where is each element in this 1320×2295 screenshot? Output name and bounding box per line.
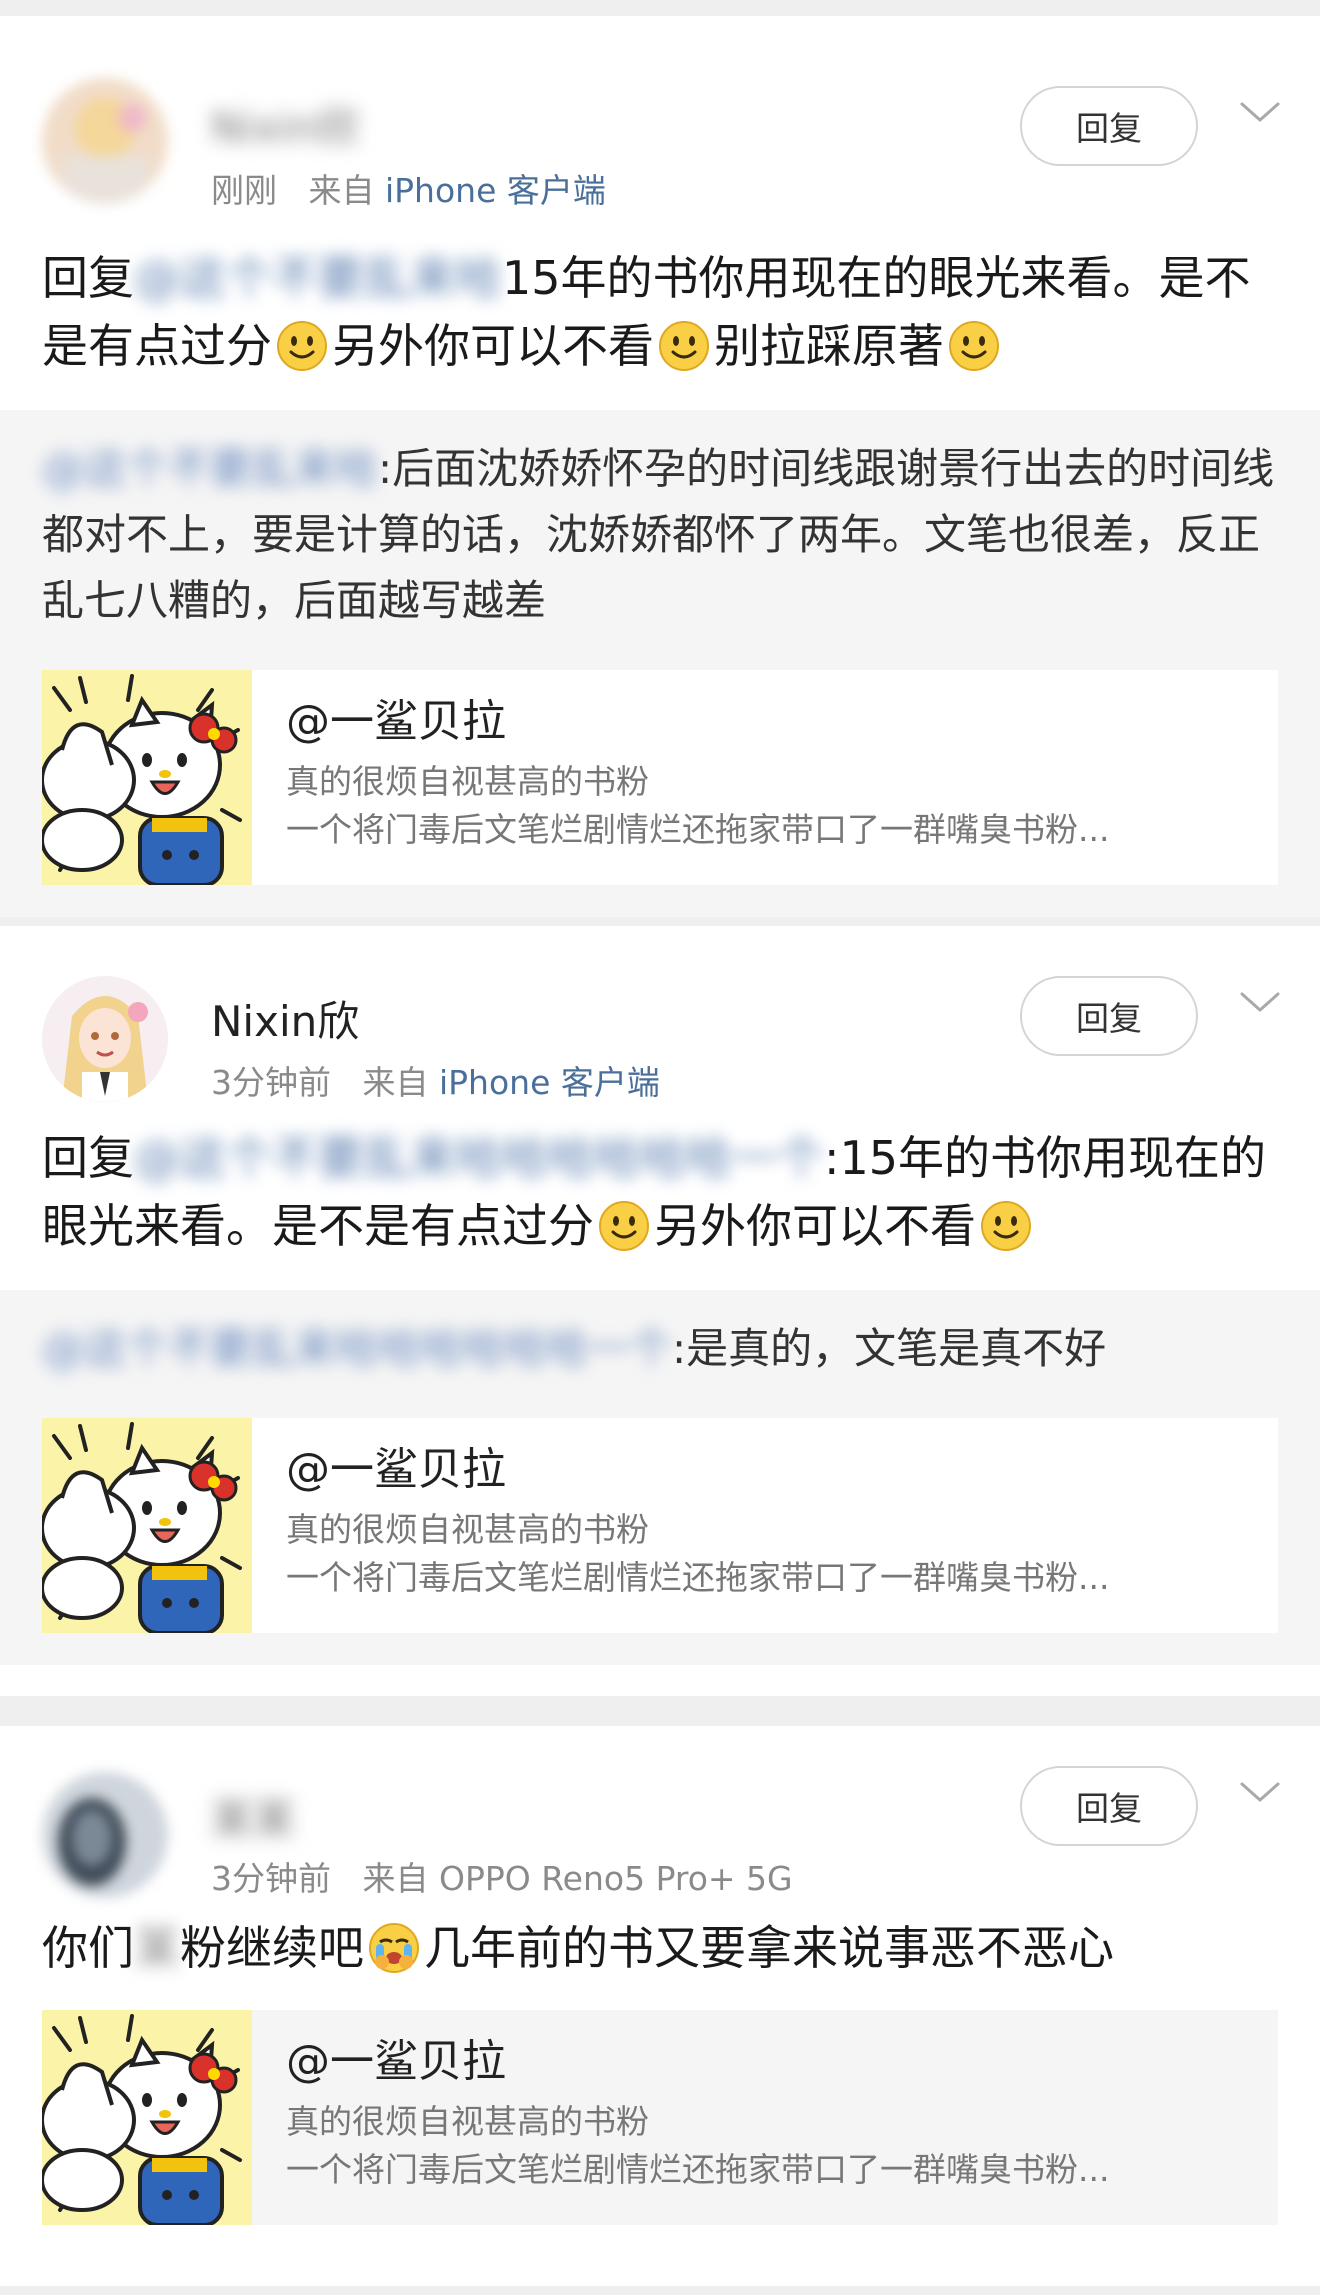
timestamp: 刚刚 [211,171,277,210]
quote-text: @这个不要乱来哈哈哈哈哈哈一个:是真的，文笔是真不好 [42,1316,1278,1382]
linked-post-body: @一鲨贝拉 真的很烦自视甚高的书粉 一个将门毒后文笔烂剧情烂还拖家带口了一群嘴臭… [252,2010,1109,2225]
comment-body-2: 另外你可以不看 [654,1199,976,1253]
link-wrapper: @一鲨贝拉 真的很烦自视甚高的书粉 一个将门毒后文笔烂剧情烂还拖家带口了一群嘴臭… [0,2010,1320,2257]
client-source[interactable]: iPhone 客户端 [439,1063,660,1102]
client-source[interactable]: OPPO Reno5 Pro+ 5G [439,1859,793,1898]
quote-body: :是真的，文笔是真不好 [672,1324,1107,1373]
hello-kitty-thumbnail [42,670,252,885]
from-label: 来自 [308,171,375,210]
quote-mention[interactable]: @这个不要乱来哈哈哈哈哈哈一个 [42,1324,672,1373]
comment-text: 你们某粉继续吧 几年前的书又要拿来说事恶不恶心 [0,1914,1320,1982]
linked-post-title: 真的很烦自视甚高的书粉 [286,1510,649,1549]
reply-button[interactable]: 回复 [1020,86,1198,166]
comment-card: Nixin欣 刚刚 来自 iPhone 客户端 回复 回复@这个不要乱来哈15年… [0,16,1320,917]
smile-emoji-icon [948,320,1000,372]
comment-card: Nixin欣 3分钟前 来自 iPhone 客户端 回复 回复@这个不要乱来哈哈… [0,926,1320,1696]
comment-header: Nixin欣 刚刚 来自 iPhone 客户端 回复 [0,16,1320,210]
avatar[interactable] [42,78,168,204]
username[interactable]: Nixin欣 [211,988,359,1049]
avatar[interactable] [42,1772,168,1898]
comment-card: 某某 3分钟前 来自 OPPO Reno5 Pro+ 5G 回复 你们某粉继续吧… [0,1726,1320,2286]
linked-post-body: @一鲨贝拉 真的很烦自视甚高的书粉 一个将门毒后文笔烂剧情烂还拖家带口了一群嘴臭… [252,670,1109,885]
smile-emoji-icon [276,320,328,372]
linked-post-desc: 一个将门毒后文笔烂剧情烂还拖家带口了一群嘴臭书粉... [286,810,1110,849]
avatar[interactable] [42,976,168,1102]
comment-text: 回复@这个不要乱来哈15年的书你用现在的眼光来看。是不是有点过分 另外你可以不看别… [0,244,1320,380]
divider [0,1696,1320,1726]
linked-post-author: @一鲨贝拉 [286,696,506,747]
linked-post-desc: 一个将门毒后文笔烂剧情烂还拖家带口了一群嘴臭书粉... [286,2150,1110,2189]
comment-meta: 3分钟前 来自 iPhone 客户端 [211,1056,660,1104]
top-divider [0,0,1320,16]
chevron-down-icon[interactable] [1238,1776,1282,1808]
comment-header: Nixin欣 3分钟前 来自 iPhone 客户端 回复 [0,926,1320,1106]
comment-header: 某某 3分钟前 来自 OPPO Reno5 Pro+ 5G 回复 [0,1726,1320,1906]
quote-text: @这个不要乱来哈:后面沈娇娇怀孕的时间线跟谢景行出去的时间线都对不上，要是计算的… [42,436,1278,634]
linked-post-card[interactable]: @一鲨贝拉 真的很烦自视甚高的书粉 一个将门毒后文笔烂剧情烂还拖家带口了一群嘴臭… [42,670,1278,885]
reply-button[interactable]: 回复 [1020,1766,1198,1846]
linked-post-card[interactable]: @一鲨贝拉 真的很烦自视甚高的书粉 一个将门毒后文笔烂剧情烂还拖家带口了一群嘴臭… [42,2010,1278,2225]
reply-button[interactable]: 回复 [1020,976,1198,1056]
mention-link[interactable]: @这个不要乱来哈哈哈哈哈哈一个 [134,1131,824,1185]
linked-post-desc: 一个将门毒后文笔烂剧情烂还拖家带口了一群嘴臭书粉... [286,1558,1110,1597]
comment-meta: 刚刚 来自 iPhone 客户端 [211,164,606,212]
linked-post-title: 真的很烦自视甚高的书粉 [286,2102,649,2141]
crying-emoji-icon [368,1922,420,1974]
chevron-down-icon[interactable] [1238,96,1282,128]
timestamp: 3分钟前 [211,1063,331,1102]
quoted-comment[interactable]: @这个不要乱来哈:后面沈娇娇怀孕的时间线跟谢景行出去的时间线都对不上，要是计算的… [0,410,1320,917]
quoted-comment[interactable]: @这个不要乱来哈哈哈哈哈哈一个:是真的，文笔是真不好 @一鲨贝拉 真的很烦自视甚… [0,1290,1320,1665]
from-label: 来自 [362,1063,429,1102]
client-source[interactable]: iPhone 客户端 [385,171,606,210]
reply-prefix: 回复 [42,251,134,305]
linked-post-author: @一鲨贝拉 [286,1444,506,1495]
comment-body-3: 几年前的书又要拿来说事恶不恶心 [424,1921,1114,1975]
smile-emoji-icon [598,1200,650,1252]
redacted-text: 某 [134,1921,180,1975]
linked-post-author: @一鲨贝拉 [286,2036,506,2087]
mention-link[interactable]: @这个不要乱来哈 [134,251,502,305]
linked-post-title: 真的很烦自视甚高的书粉 [286,762,649,801]
username[interactable]: Nixin欣 [211,94,359,155]
comment-body: 你们 [42,1921,134,1975]
username[interactable]: 某某 [211,1786,295,1847]
timestamp: 3分钟前 [211,1859,331,1898]
reply-prefix: 回复 [42,1131,134,1185]
quote-mention[interactable]: @这个不要乱来哈 [42,444,378,493]
comment-body-3: 别拉踩原著 [714,319,944,373]
comment-meta: 3分钟前 来自 OPPO Reno5 Pro+ 5G [211,1852,793,1900]
comment-body-2: 另外你可以不看 [332,319,654,373]
hello-kitty-thumbnail [42,1418,252,1633]
linked-post-card[interactable]: @一鲨贝拉 真的很烦自视甚高的书粉 一个将门毒后文笔烂剧情烂还拖家带口了一群嘴臭… [42,1418,1278,1633]
comment-body-2: 粉继续吧 [180,1921,364,1975]
comment-text: 回复@这个不要乱来哈哈哈哈哈哈一个:15年的书你用现在的眼光来看。是不是有点过分… [0,1124,1320,1260]
smile-emoji-icon [658,320,710,372]
chevron-down-icon[interactable] [1238,986,1282,1018]
linked-post-body: @一鲨贝拉 真的很烦自视甚高的书粉 一个将门毒后文笔烂剧情烂还拖家带口了一群嘴臭… [252,1418,1109,1633]
hello-kitty-thumbnail [42,2010,252,2225]
smile-emoji-icon [980,1200,1032,1252]
from-label: 来自 [362,1859,429,1898]
